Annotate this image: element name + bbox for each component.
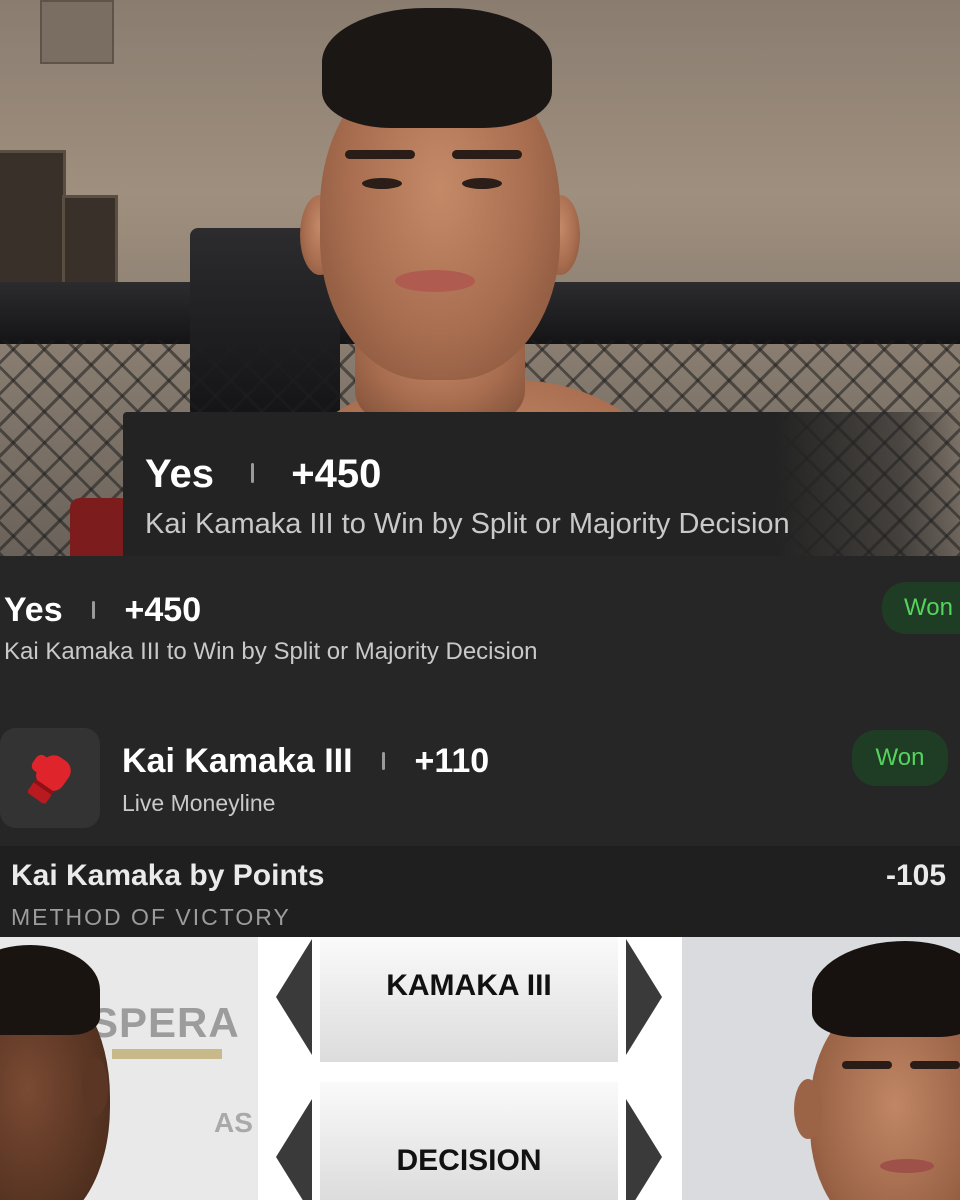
bet-title: Kai Kamaka III +110: [122, 742, 489, 781]
hero-bet-card: Yes +450 Kai Kamaka III to Win by Split …: [123, 412, 960, 556]
right-fighter-panel: [682, 937, 960, 1200]
hero-bet-odds: +450: [291, 452, 382, 496]
fighter-eyebrow: [345, 150, 415, 159]
hero-bet-description: Kai Kamaka III to Win by Split or Majori…: [145, 508, 790, 540]
boxing-glove-icon: [0, 728, 100, 828]
arrow-right-icon: [626, 939, 662, 1055]
market-category: METHOD OF VICTORY: [11, 904, 291, 930]
fighter-mouth: [395, 270, 475, 292]
pick-panel: KAMAKA III DECISION: [258, 937, 682, 1200]
market-row[interactable]: Kai Kamaka by Points -105 METHOD OF VICT…: [0, 846, 960, 937]
sponsor-sub-text: AS: [214, 1107, 253, 1138]
hero-bet-selection: Yes: [145, 452, 214, 496]
right-fighter-eyebrow: [910, 1061, 960, 1069]
bet-market: Live Moneyline: [122, 790, 276, 816]
sponsor-banner-stripe: [112, 1049, 222, 1059]
pick-collage: SPERA AS KAMAKA III DECISION: [0, 937, 960, 1200]
arrow-right-icon: [626, 1099, 662, 1200]
sponsor-banner-text: SPERA: [90, 999, 240, 1046]
bet-description: Kai Kamaka III to Win by Split or Majori…: [4, 638, 538, 665]
bet-odds: +450: [124, 591, 202, 629]
bet-selection: Kai Kamaka III: [122, 742, 353, 780]
pick-tile-method: DECISION: [320, 1082, 618, 1200]
right-fighter-hair: [812, 941, 960, 1037]
separator: [92, 600, 96, 619]
fighter-eye: [462, 178, 502, 189]
wall-poster: [0, 150, 66, 286]
separator: [382, 751, 386, 770]
wall-poster: [62, 195, 118, 296]
fighter-eye: [362, 178, 402, 189]
left-fighter-panel: SPERA AS: [0, 937, 258, 1200]
status-badge: Won: [882, 582, 960, 634]
bet-slip-item[interactable]: Kai Kamaka III +110 Live Moneyline Won: [0, 706, 960, 846]
pick-tile-fighter: KAMAKA III: [320, 937, 618, 1062]
market-odds[interactable]: -105: [886, 859, 946, 893]
arrow-left-icon: [276, 1099, 312, 1200]
separator: [251, 463, 255, 484]
bet-odds: +110: [414, 742, 490, 780]
left-fighter-ear: [82, 1057, 108, 1117]
fighter-eyebrow: [452, 150, 522, 159]
wall-window: [40, 0, 114, 64]
hero-bet-title: Yes +450: [145, 452, 381, 497]
left-fighter-hair: [0, 945, 100, 1035]
bet-slip-item[interactable]: Yes +450 Kai Kamaka III to Win by Split …: [0, 556, 960, 706]
fighter-hair: [322, 8, 552, 128]
right-fighter-mouth: [880, 1159, 934, 1173]
right-fighter-eyebrow: [842, 1061, 892, 1069]
bet-selection: Yes: [4, 591, 63, 629]
bet-title: Yes +450: [4, 591, 201, 630]
right-fighter-ear: [794, 1079, 822, 1139]
status-badge: Won: [852, 730, 948, 786]
market-title: Kai Kamaka by Points: [11, 859, 325, 892]
corner-glove-red: [70, 498, 130, 556]
arrow-left-icon: [276, 939, 312, 1055]
